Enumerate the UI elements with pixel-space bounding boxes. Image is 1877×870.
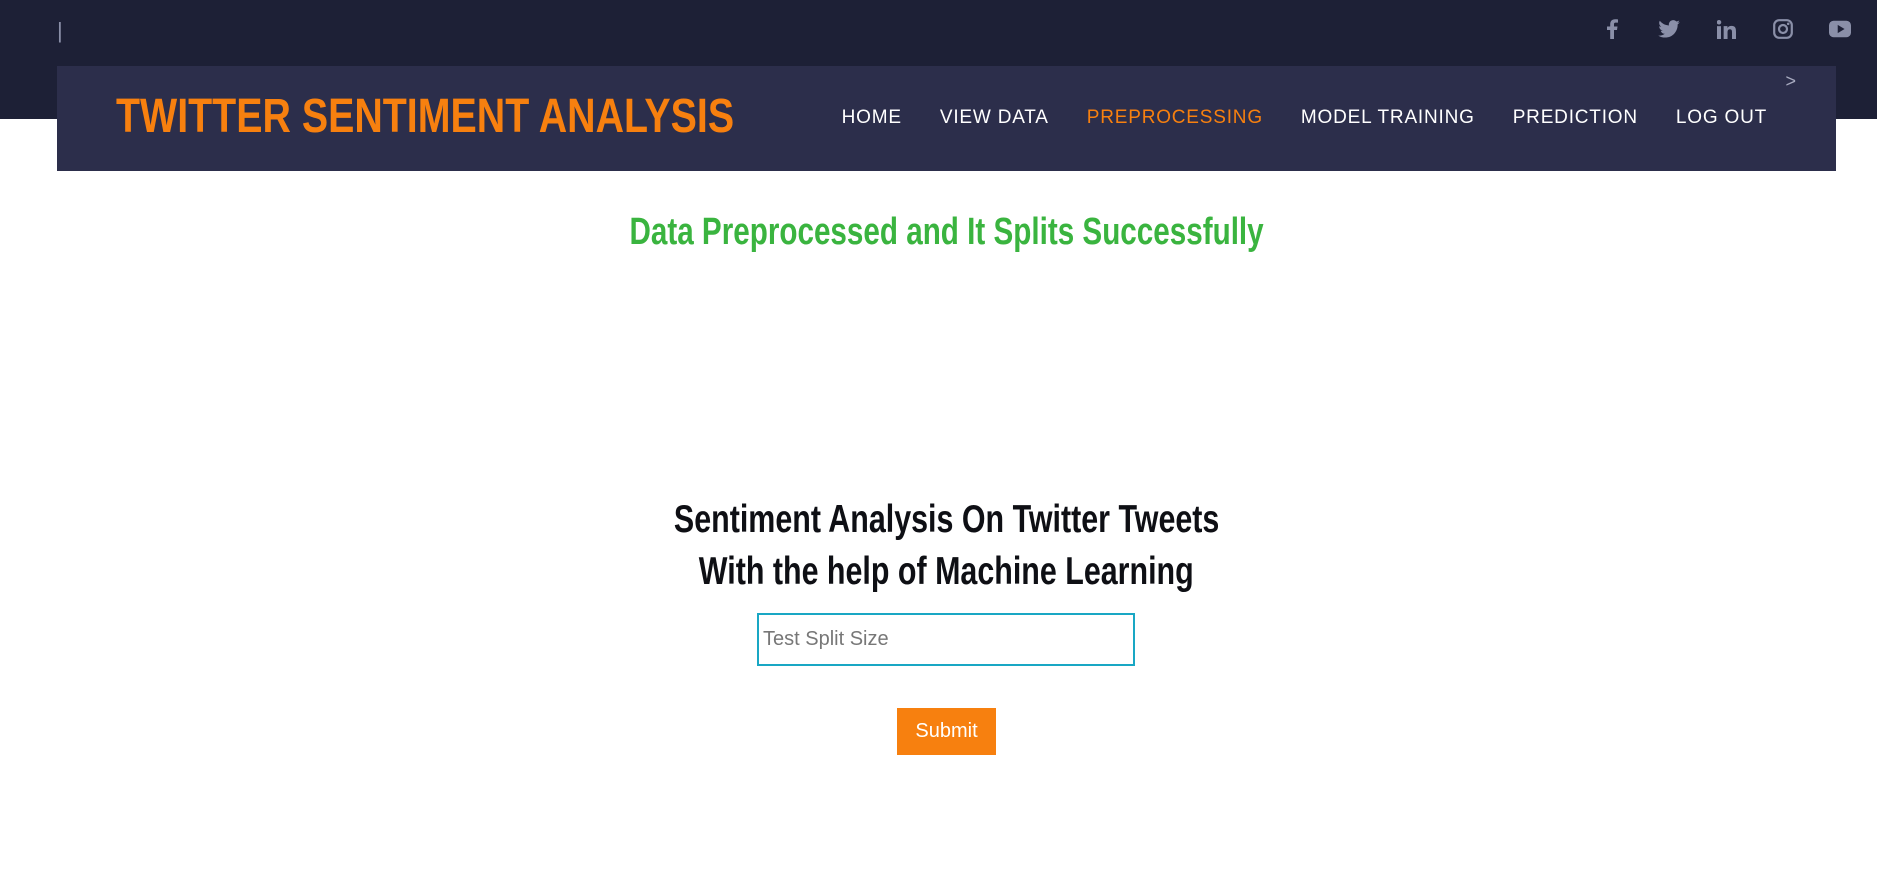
page-heading-line2-text: With the help of Machine Learning — [699, 550, 1194, 593]
site-brand[interactable]: TWITTER SENTIMENT ANALYSIS — [116, 88, 734, 146]
nav-menu: HOME VIEW DATA PREPROCESSING MODEL TRAIN… — [804, 106, 1767, 130]
linkedin-icon[interactable] — [1715, 18, 1737, 40]
nav-item-home[interactable]: HOME — [842, 106, 902, 130]
success-message-text: Data Preprocessed and It Splits Successf… — [629, 211, 1264, 253]
facebook-icon[interactable] — [1601, 18, 1623, 40]
social-links — [1566, 18, 1851, 40]
nav-item-log-out[interactable]: LOG OUT — [1676, 106, 1767, 130]
chevron-right-icon[interactable]: > — [1785, 72, 1796, 90]
nav-item-model-training[interactable]: MODEL TRAINING — [1301, 106, 1475, 130]
twitter-icon[interactable] — [1658, 18, 1680, 40]
test-split-size-input[interactable] — [757, 613, 1135, 666]
submit-button[interactable]: Submit — [897, 708, 996, 755]
nav-item-view-data[interactable]: VIEW DATA — [940, 106, 1049, 130]
topbar-divider: | — [57, 18, 63, 43]
instagram-icon[interactable] — [1772, 18, 1794, 40]
page-heading-line2: With the help of Machine Learning — [0, 546, 1877, 598]
nav-item-preprocessing[interactable]: PREPROCESSING — [1087, 106, 1263, 130]
youtube-icon[interactable] — [1829, 18, 1851, 40]
page-heading-line1: Sentiment Analysis On Twitter Tweets — [0, 494, 1877, 546]
success-message: Data Preprocessed and It Splits Successf… — [0, 209, 1877, 255]
page-heading-line1-text: Sentiment Analysis On Twitter Tweets — [673, 498, 1220, 541]
main-navbar: TWITTER SENTIMENT ANALYSIS > HOME VIEW D… — [57, 66, 1836, 171]
nav-item-prediction[interactable]: PREDICTION — [1513, 106, 1638, 130]
